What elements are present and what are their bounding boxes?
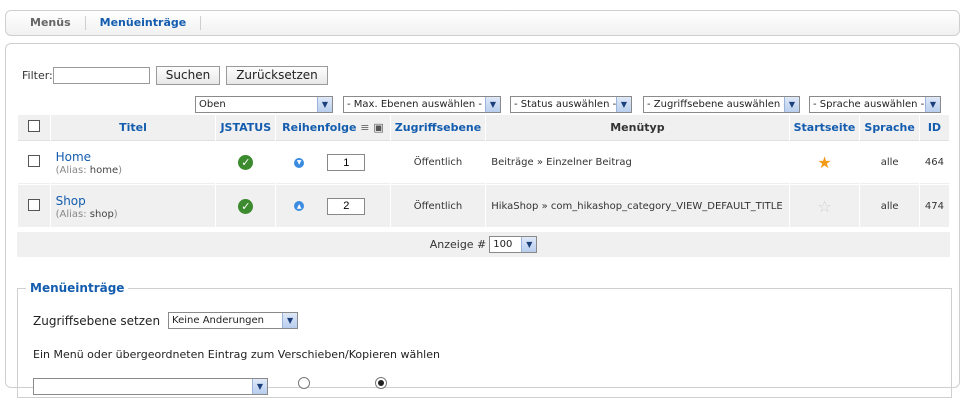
status-select-value: - Status auswählen - [514,99,616,110]
language-cell: alle [860,142,919,184]
chevron-down-icon: ▼ [282,313,298,328]
access-select[interactable]: - Zugriffsebene auswählen - ▼ [643,96,800,113]
list-limit-label: Anzeige # [429,238,487,251]
alias-suffix: ) [113,208,118,220]
move-down-icon[interactable]: ▼ [294,157,305,168]
published-check-icon[interactable]: ✓ [238,155,254,170]
pagination-bar: Anzeige # 100 ▼ [17,232,950,257]
submenu-tabs: Menüs Menüeinträge [5,10,960,36]
chevron-down-icon: ▼ [485,97,500,112]
menu-select-value: Oben [199,99,226,110]
home-cell: ★ [789,142,860,184]
access-select-value: - Zugriffsebene auswählen - [647,99,784,110]
move-radio[interactable] [375,377,387,389]
reset-button[interactable]: Zurücksetzen [226,66,328,85]
id-cell: 464 [919,142,949,184]
tab-menus[interactable]: Menüs [16,16,85,30]
alias-value: home [89,165,119,176]
max-levels-select[interactable]: - Max. Ebenen auswählen - ▼ [343,96,501,113]
row-checkbox[interactable] [27,155,40,167]
item-alias: (Alias: shop) [56,209,118,220]
header-access[interactable]: Zugriffsebene [390,115,486,141]
header-title[interactable]: Titel [50,115,216,141]
chevron-down-icon: ▼ [616,97,631,112]
id-cell: 474 [919,185,949,227]
chevron-down-icon: ▼ [317,97,332,112]
filter-search-input[interactable] [52,67,150,84]
header-ordering-label[interactable]: Reihenfolge [282,121,356,134]
chevron-down-icon: ▼ [925,97,940,112]
item-title-link[interactable]: Shop [56,193,211,209]
chevron-down-icon: ▼ [784,97,799,112]
menutype-cell: Beiträge » Einzelner Beitrag [486,142,789,184]
batch-move-copy-label: Ein Menü oder übergeordneten Eintrag zum… [33,348,440,361]
title-cell: Home (Alias: home) [50,142,216,184]
header-language[interactable]: Sprache [860,115,919,141]
table-header-row: Titel JSTATUS Reihenfolge ≡ ▣ Zugriffseb… [18,115,949,141]
item-title-link[interactable]: Home [56,149,211,165]
menu-select[interactable]: Oben ▼ [195,96,333,113]
filter-bar: Filter: Suchen Zurücksetzen [22,66,334,85]
batch-access-value: Keine Änderungen [172,315,265,326]
select-all-checkbox[interactable] [27,120,40,132]
chevron-down-icon: ▼ [252,379,267,394]
home-cell: ☆ [789,185,860,227]
header-status-label: JSTATUS [220,121,272,134]
status-cell: ✓ [216,185,276,227]
menutype-cell: HikaShop » com_hikashop_category_VIEW_DE… [486,185,789,227]
filter-label: Filter: [22,69,53,82]
published-check-icon[interactable]: ✓ [238,198,254,214]
title-cell: Shop (Alias: shop) [50,185,216,227]
header-ordering: Reihenfolge ≡ ▣ [276,115,390,141]
alias-suffix: ) [118,165,123,176]
status-cell: ✓ [216,142,276,184]
copy-radio[interactable] [298,377,310,389]
tab-menu-items[interactable]: Menüeinträge [86,16,201,30]
default-star-icon[interactable]: ★ [817,153,831,172]
alias-prefix: (Alias: [55,208,87,220]
sort-order-icon[interactable]: ≡ [360,121,369,134]
search-button[interactable]: Suchen [155,66,221,85]
ordering-cell: ▲ [276,185,390,227]
access-cell: Öffentlich [390,142,486,184]
alias-prefix: (Alias: [55,165,87,176]
item-alias: (Alias: home) [56,165,122,176]
language-select-value: - Sprache auswählen - [813,99,925,110]
order-input[interactable] [327,197,366,215]
table-row: Home (Alias: home) ✓ ▼ Öffentlich Beiträ… [18,142,949,184]
batch-target-select[interactable]: ▼ [33,378,268,395]
batch-legend: Menüeinträge [26,281,129,295]
select-all-header [18,115,50,141]
tab-divider [200,16,202,30]
save-order-icon[interactable]: ▣ [373,121,383,134]
not-default-star-icon[interactable]: ☆ [817,197,831,216]
batch-access-label: Zugriffsebene setzen [33,313,161,328]
language-cell: alle [860,185,919,227]
alias-value: shop [89,208,114,220]
max-levels-select-value: - Max. Ebenen auswählen - [347,99,483,110]
header-home[interactable]: Startseite [789,115,860,141]
table-row: Shop (Alias: shop) ✓ ▲ Öffentlich HikaSh… [18,185,949,227]
ordering-cell: ▼ [276,142,390,184]
batch-access-row: Zugriffsebene setzen Keine Änderungen ▼ [33,312,299,329]
header-status[interactable]: JSTATUS [216,115,276,141]
chevron-down-icon: ▼ [521,237,537,252]
row-select-cell [18,185,50,227]
menu-items-table: Titel JSTATUS Reihenfolge ≡ ▣ Zugriffseb… [17,114,950,228]
row-select-cell [18,142,50,184]
language-select[interactable]: - Sprache auswählen - ▼ [809,96,941,113]
row-checkbox[interactable] [27,198,40,211]
order-input[interactable] [327,154,366,171]
header-menutype: Menütyp [486,115,789,141]
header-id[interactable]: ID [919,115,949,141]
batch-access-select[interactable]: Keine Änderungen ▼ [168,312,299,329]
list-limit-value: 100 [493,239,513,250]
list-limit-select[interactable]: 100 ▼ [489,236,538,253]
move-up-icon[interactable]: ▲ [294,201,305,211]
access-cell: Öffentlich [390,185,486,227]
status-select[interactable]: - Status auswählen - ▼ [510,96,632,113]
